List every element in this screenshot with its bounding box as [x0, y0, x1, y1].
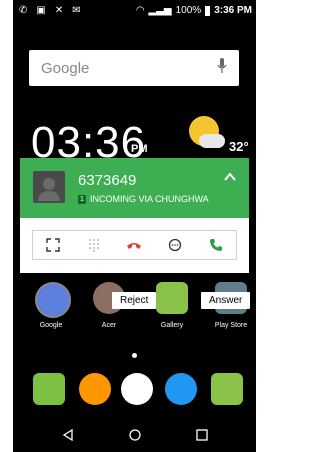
battery-icon: [205, 5, 211, 16]
message-button[interactable]: [163, 235, 187, 255]
gallery-app-icon[interactable]: [156, 282, 188, 314]
answer-tooltip: Answer: [201, 292, 251, 309]
google-app-icon[interactable]: [35, 282, 71, 318]
call-header: 6373649 1 INCOMING VIA CHUNGHWA: [20, 158, 249, 218]
recents-icon[interactable]: [196, 429, 208, 441]
caller-number: 6373649: [78, 172, 137, 189]
status-time: 3:36 PM: [214, 5, 252, 16]
temperature: 32°: [229, 139, 249, 154]
dock: [13, 370, 256, 410]
mail-icon: ✉: [72, 5, 81, 16]
phone-screen: ✆ ▣ ✕ ✉ ◠ ▂▃▅ 100% 3:36 PM Google 03:36 …: [13, 0, 256, 452]
app-drawer-icon[interactable]: [121, 373, 153, 405]
battery-percent: 100%: [175, 5, 202, 16]
clock-ampm: PM: [131, 143, 148, 155]
phone-app-icon[interactable]: [33, 373, 65, 405]
answer-button[interactable]: [204, 235, 228, 255]
navigation-bar: [13, 420, 256, 452]
camera-app-icon[interactable]: [211, 373, 243, 405]
signal-icon: ▂▃▅: [148, 5, 172, 16]
browser-app-icon[interactable]: [165, 373, 197, 405]
hang-up-icon: [127, 243, 142, 249]
app-label: Play Store: [214, 322, 248, 329]
reject-button[interactable]: [122, 235, 146, 255]
incoming-call-card: 6373649 1 INCOMING VIA CHUNGHWA: [20, 158, 249, 273]
caller-avatar: [33, 171, 65, 203]
app-label: Acer: [101, 322, 117, 329]
expand-button[interactable]: [41, 235, 65, 255]
mic-icon[interactable]: [217, 58, 227, 74]
search-placeholder: Google: [41, 60, 90, 77]
reject-tooltip: Reject: [112, 292, 157, 309]
dialpad-button[interactable]: [82, 235, 106, 255]
call-status: INCOMING VIA CHUNGHWA: [90, 194, 209, 204]
app-label: Google: [39, 322, 63, 329]
home-icon[interactable]: [129, 429, 141, 441]
expand-icon: [46, 238, 60, 252]
call-info: 1 INCOMING VIA CHUNGHWA: [78, 194, 209, 204]
sim-badge: 1: [78, 194, 86, 204]
status-bar: ✆ ▣ ✕ ✉ ◠ ▂▃▅ 100% 3:36 PM: [13, 0, 256, 22]
phone-answer-icon: [209, 239, 222, 251]
home-apps-row: Google Acer Gallery Play Store Reject An…: [13, 280, 256, 340]
call-actions: [32, 230, 237, 260]
message-icon: [168, 238, 182, 252]
google-search-bar[interactable]: Google: [29, 50, 239, 86]
wifi-icon: ◠: [135, 5, 145, 16]
page-indicator: [132, 353, 137, 358]
dialpad-icon: [88, 239, 99, 252]
back-icon[interactable]: [62, 429, 74, 441]
wrench-icon: ✕: [54, 5, 64, 16]
image-icon: ▣: [36, 5, 46, 16]
messaging-app-icon[interactable]: [79, 373, 111, 405]
cloud-icon: [199, 134, 225, 148]
system-icons: ◠ ▂▃▅ 100% 3:36 PM: [136, 5, 252, 16]
chevron-up-icon[interactable]: [223, 170, 237, 184]
phone-icon: ✆: [19, 5, 28, 16]
app-label: Gallery: [160, 322, 184, 329]
notification-icons: ✆ ▣ ✕ ✉: [19, 5, 81, 16]
